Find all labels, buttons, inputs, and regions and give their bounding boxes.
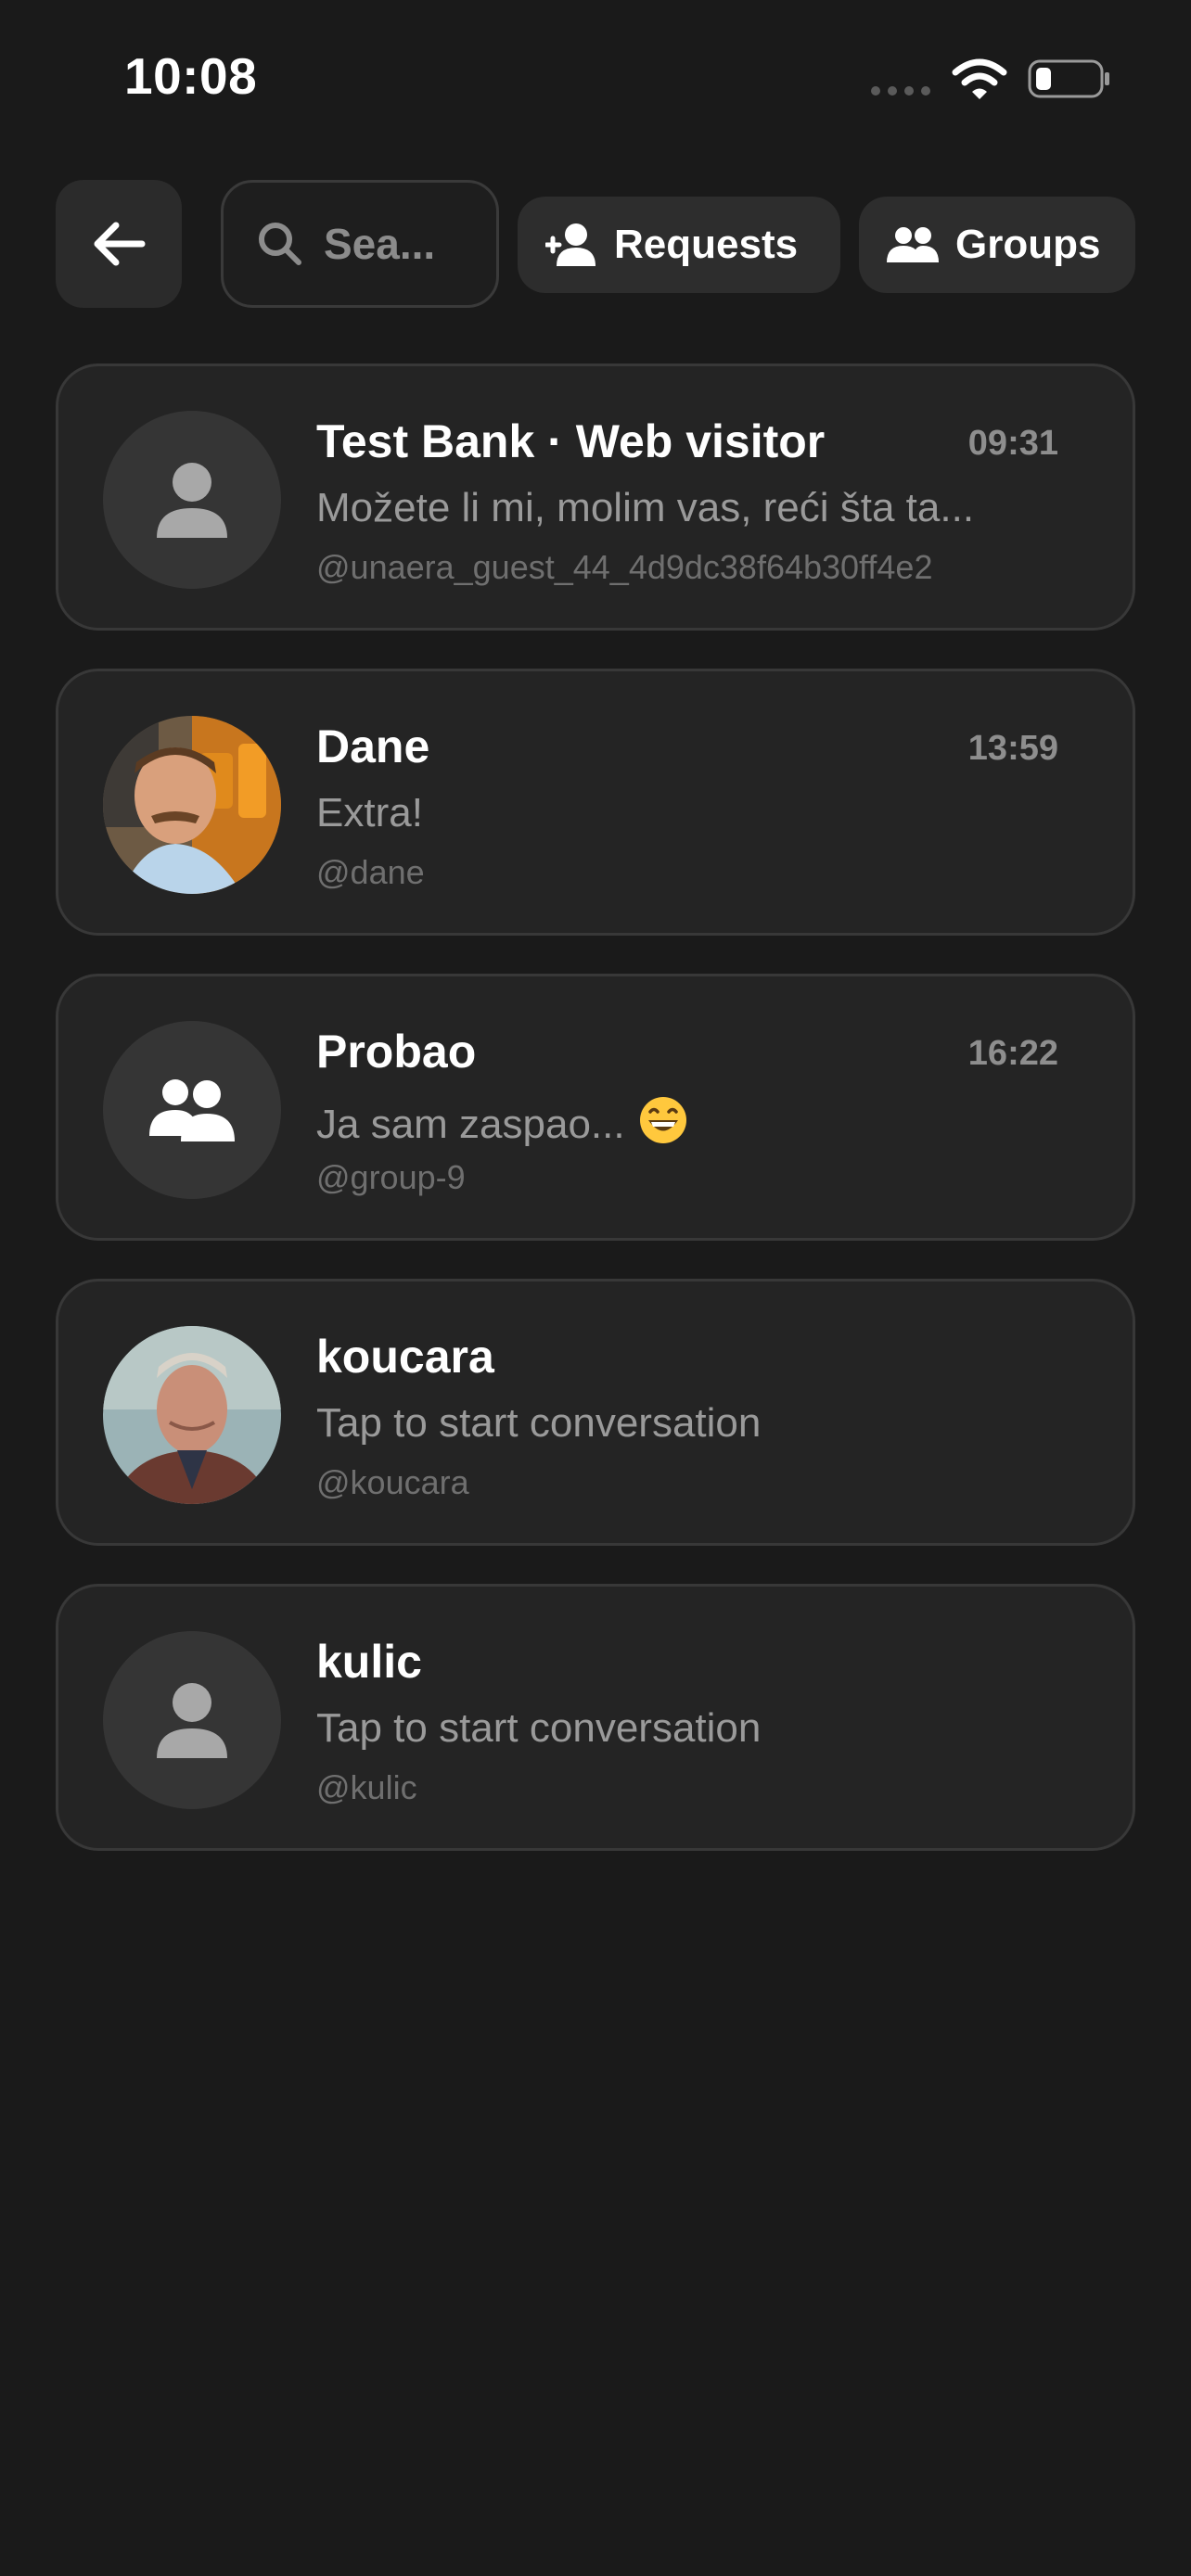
search-input[interactable] [324,219,463,269]
status-time: 10:08 [124,47,258,105]
group-icon [887,227,939,262]
search-icon [259,223,301,265]
back-button[interactable] [56,180,182,308]
requests-label: Requests [614,222,799,267]
conversation-time: 09:31 [967,424,1058,463]
wifi-icon [952,58,1007,99]
avatar [103,716,281,894]
avatar [103,1326,281,1504]
conversation-item[interactable]: Test Bank · Web visitor 09:31 Možete li … [56,363,1135,631]
conversation-handle: @koucara [316,1463,469,1501]
conversation-name: Test Bank · Web visitor [316,415,826,467]
user-photo-avatar [103,1326,281,1504]
conversation-item[interactable]: Probao 16:22 Ja sam zaspao... @group-9 [56,974,1135,1241]
conversation-item[interactable]: kulic Tap to start conversation @kulic [56,1584,1135,1851]
battery-icon [1028,59,1109,98]
conversation-name: Probao [316,1026,477,1078]
avatar [103,1631,281,1809]
avatar [103,1021,281,1199]
conversation-name: kulic [316,1636,422,1688]
person-icon [157,463,227,538]
conversation-preview: Tap to start conversation [316,1400,762,1446]
conversation-preview-text: Ja sam zaspao... [316,1102,625,1147]
groups-button[interactable]: Groups [859,197,1135,293]
conversation-handle: @group-9 [316,1158,466,1196]
search-box[interactable] [221,180,499,308]
user-photo-avatar [103,716,281,894]
conversation-handle: @dane [316,853,425,891]
cellular-signal-icon [871,86,930,96]
conversation-name: Dane [316,721,430,772]
person-icon [157,1683,227,1758]
conversation-item[interactable]: koucara Tap to start conversation @kouca… [56,1279,1135,1546]
group-icon [149,1079,235,1141]
conversation-preview: Tap to start conversation [316,1705,762,1751]
conversation-handle: @unaera_guest_44_4d9dc38f64b30ff4e2 [316,548,933,586]
status-bar: 10:08 [0,0,1191,158]
arrow-left-icon [94,222,146,266]
conversation-name: koucara [316,1331,494,1383]
grinning-face-emoji-icon [639,1097,686,1143]
requests-button[interactable]: Requests [518,197,840,293]
conversation-list: Test Bank · Web visitor 09:31 Možete li … [56,363,1135,1889]
conversation-preview: Extra! [316,790,423,835]
groups-label: Groups [955,222,1101,267]
avatar [103,411,281,589]
conversation-handle: @kulic [316,1768,417,1806]
conversation-time: 16:22 [967,1034,1058,1073]
messages-screen: 10:08 Sea... Requests Groups Test Bank ·… [0,0,1191,2576]
conversation-preview: Možete li mi, molim vas, reći šta ta... [316,485,975,530]
conversation-preview: Ja sam zaspao... [316,1095,1077,1148]
top-toolbar: Requests Groups [0,180,1191,310]
conversation-time: 13:59 [967,729,1058,768]
person-add-icon [545,223,596,266]
conversation-item[interactable]: Dane 13:59 Extra! @dane [56,669,1135,936]
